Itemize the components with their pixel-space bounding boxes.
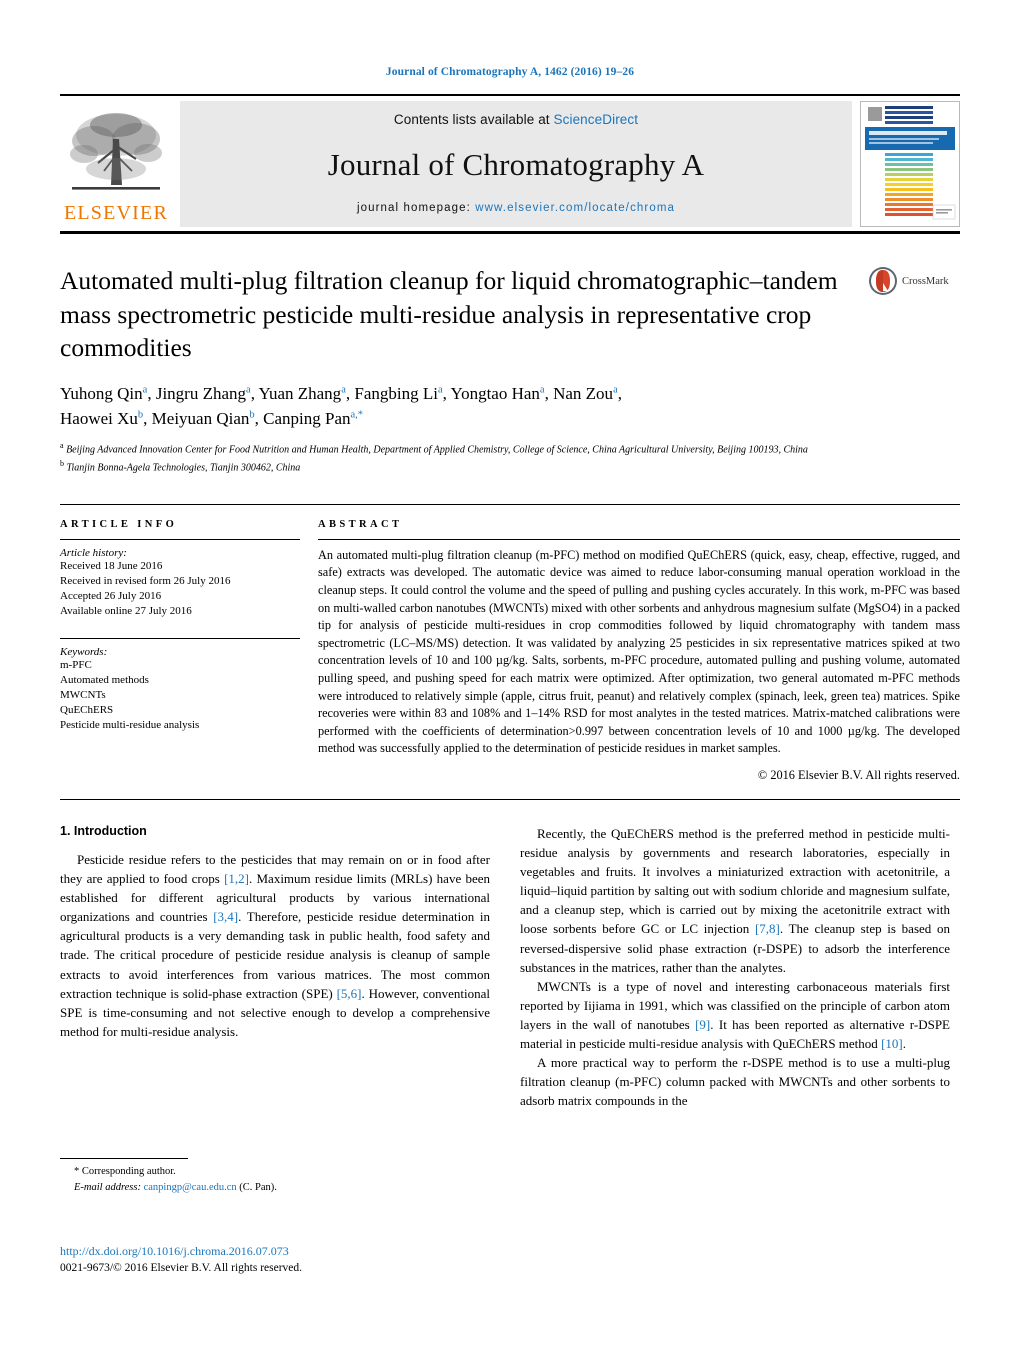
history-item: Accepted 26 July 2016 — [60, 590, 162, 603]
journal-title: Journal of Chromatography A — [327, 146, 705, 182]
body-column-left: 1. Introduction Pesticide residue refers… — [60, 824, 490, 1111]
page-title: Automated multi-plug filtration cleanup … — [60, 266, 838, 363]
doi-link[interactable]: http://dx.doi.org/10.1016/j.chroma.2016.… — [60, 1243, 580, 1260]
keyword-item: QuEChERS — [60, 704, 114, 717]
email-line: E-mail address: canpingp@cau.edu.cn (C. … — [74, 1180, 490, 1196]
journal-cover-thumbnail — [860, 101, 960, 227]
email-label: E-mail address: — [74, 1181, 144, 1193]
cover-artwork — [861, 102, 959, 226]
journal-homepage-line: journal homepage: www.elsevier.com/locat… — [357, 202, 675, 214]
intro-paragraph-right-2: MWCNTs is a type of novel and interestin… — [520, 978, 950, 1052]
elsevier-tree-icon — [70, 113, 162, 190]
intro-paragraph-left: Pesticide residue refers to the pesticid… — [60, 851, 490, 1039]
keyword-item: MWCNTs — [60, 688, 106, 701]
title-block: Automated multi-plug filtration cleanup … — [60, 264, 960, 476]
abstract-bottom-rule — [60, 798, 960, 800]
sciencedirect-link[interactable]: ScienceDirect — [554, 112, 639, 127]
contents-prefix: Contents lists available at — [393, 112, 554, 127]
contents-list-line: Contents lists available at ScienceDirec… — [394, 112, 638, 127]
intro-paragraph-right-1: Recently, the QuEChERS method is the pre… — [520, 825, 950, 975]
journal-masthead: ELSEVIER Contents lists available at Sci… — [60, 94, 960, 234]
abstract-copyright: © 2016 Elsevier B.V. All rights reserved… — [757, 767, 960, 782]
abstract-rule — [318, 538, 960, 540]
article-info-column: ARTICLE INFO Article history: Received 1… — [60, 519, 300, 783]
affiliation-b: b Tianjin Bonna-Agela Technologies, Tian… — [60, 459, 301, 474]
section-heading-introduction: 1. Introduction — [60, 823, 147, 838]
elsevier-wordmark: ELSEVIER — [63, 202, 169, 224]
elsevier-logo: ELSEVIER — [60, 101, 172, 227]
journal-banner: Contents lists available at ScienceDirec… — [180, 101, 852, 227]
body-column-right: Recently, the QuEChERS method is the pre… — [520, 824, 950, 1111]
article-info-heading: ARTICLE INFO — [60, 518, 178, 530]
keywords-block: Keywords: m-PFC Automated methods MWCNTs… — [60, 637, 300, 734]
homepage-prefix: journal homepage: — [356, 202, 476, 214]
author-list: Yuhong Qina, Jingru Zhanga, Yuan Zhanga,… — [60, 382, 860, 431]
crossmark-badge[interactable]: CrossMark — [868, 266, 960, 296]
history-item: Available online 27 July 2016 — [60, 605, 192, 618]
info-abstract-region: ARTICLE INFO Article history: Received 1… — [60, 503, 960, 783]
history-item: Received 18 June 2016 — [60, 559, 163, 572]
page-footer: http://dx.doi.org/10.1016/j.chroma.2016.… — [60, 1243, 580, 1276]
abstract-text: An automated multi-plug filtration clean… — [318, 547, 960, 756]
body-columns: 1. Introduction Pesticide residue refers… — [60, 824, 960, 1111]
article-info-rule — [60, 538, 300, 540]
author-line-2: Haowei Xub, Meiyuan Qianb, Canping Pana,… — [60, 408, 364, 428]
masthead-rule — [60, 231, 960, 234]
keyword-item: m-PFC — [60, 658, 92, 671]
email-suffix: (C. Pan). — [236, 1181, 277, 1193]
abstract-column: ABSTRACT An automated multi-plug filtrat… — [318, 519, 960, 783]
email-link[interactable]: canpingp@cau.edu.cn — [144, 1182, 237, 1193]
paper-page: Journal of Chromatography A, 1462 (2016)… — [0, 0, 1020, 1351]
running-head: Journal of Chromatography A, 1462 (2016)… — [385, 66, 635, 78]
article-history-label: Article history: — [60, 546, 127, 559]
crossmark-icon — [869, 267, 897, 295]
affiliations: a Beijing Advanced Innovation Center for… — [60, 440, 880, 476]
footnote-rule — [60, 1158, 188, 1159]
keywords-label: Keywords: — [60, 645, 108, 658]
abstract-heading: ABSTRACT — [318, 518, 403, 530]
corresponding-author-line: * Corresponding author. — [74, 1166, 176, 1177]
keyword-item: Pesticide multi-residue analysis — [60, 719, 200, 732]
keyword-item: Automated methods — [60, 673, 149, 686]
history-item: Received in revised form 26 July 2016 — [60, 575, 231, 588]
corresponding-author-footnote: * Corresponding author. E-mail address: … — [60, 1158, 490, 1196]
issn-copyright-line: 0021-9673/© 2016 Elsevier B.V. All right… — [60, 1261, 303, 1274]
keywords-rule — [60, 637, 300, 639]
intro-paragraph-right-3: A more practical way to perform the r-DS… — [520, 1055, 950, 1109]
affiliation-a: a Beijing Advanced Innovation Center for… — [60, 441, 808, 456]
crossmark-label: CrossMark — [902, 275, 949, 287]
homepage-url-link[interactable]: www.elsevier.com/locate/chroma — [475, 202, 675, 214]
author-line-1: Yuhong Qina, Jingru Zhanga, Yuan Zhanga,… — [60, 383, 622, 403]
